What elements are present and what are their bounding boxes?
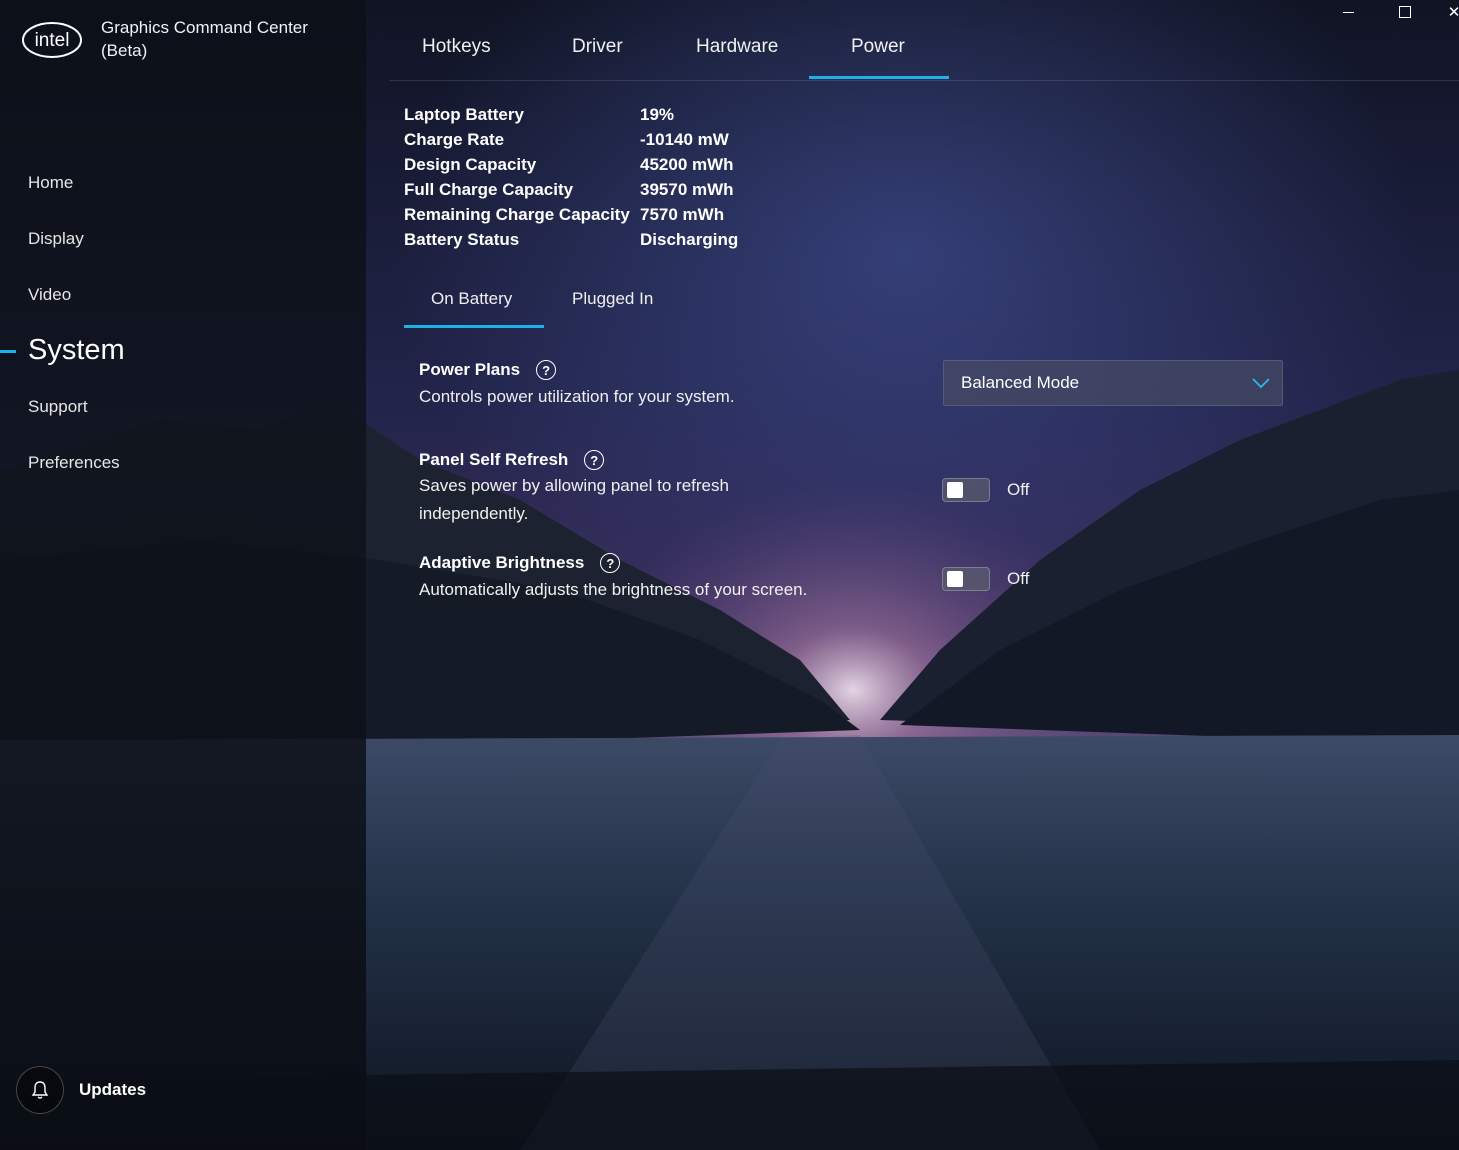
close-button[interactable]: ✕ <box>1439 0 1459 24</box>
subtab-active-indicator <box>404 325 544 328</box>
tab-driver[interactable]: Driver <box>572 36 623 58</box>
tab-hardware[interactable]: Hardware <box>696 36 778 58</box>
design-capacity-value: 45200 mWh <box>640 155 734 174</box>
app-title-beta: (Beta) <box>101 41 148 60</box>
svg-text:intel: intel <box>35 30 70 51</box>
tab-hotkeys[interactable]: Hotkeys <box>422 36 491 58</box>
charge-rate-label: Charge Rate <box>404 130 505 149</box>
tab-power[interactable]: Power <box>851 36 905 58</box>
panel-self-refresh-title: Panel Self Refresh ? <box>419 450 605 470</box>
close-icon: ✕ <box>1447 4 1459 21</box>
top-tab-bar: Hotkeys Driver Hardware Power <box>389 34 1459 81</box>
sidebar-item-support[interactable]: Support <box>28 397 88 417</box>
minimize-icon <box>1342 11 1354 13</box>
power-plans-title-text: Power Plans <box>419 360 521 379</box>
adaptive-brightness-toggle[interactable] <box>942 567 990 591</box>
panel-self-refresh-toggle[interactable] <box>942 478 990 502</box>
help-icon[interactable]: ? <box>584 450 605 470</box>
remaining-charge-value: 7570 mWh <box>640 205 725 224</box>
power-plan-dropdown[interactable]: Balanced Mode <box>943 360 1283 406</box>
adaptive-brightness-state: Off <box>1007 569 1030 588</box>
sidebar-active-indicator <box>0 350 16 353</box>
sidebar-item-home[interactable]: Home <box>28 173 73 193</box>
maximize-icon <box>1399 6 1411 18</box>
minimize-button[interactable] <box>1333 0 1363 24</box>
full-charge-capacity-value: 39570 mWh <box>640 180 734 199</box>
updates-button[interactable]: Updates <box>16 1066 146 1114</box>
design-capacity-label: Design Capacity <box>404 155 537 174</box>
sidebar-item-display[interactable]: Display <box>28 229 84 249</box>
toggle-knob <box>947 571 963 587</box>
intel-logo: intel <box>22 22 82 58</box>
adaptive-brightness-title-text: Adaptive Brightness <box>419 553 585 572</box>
battery-level-label: Laptop Battery <box>404 105 524 124</box>
sidebar-item-preferences[interactable]: Preferences <box>28 453 120 473</box>
charge-rate-value: -10140 mW <box>640 130 729 149</box>
tab-on-battery[interactable]: On Battery <box>431 289 512 309</box>
remaining-charge-label: Remaining Charge Capacity <box>404 205 630 224</box>
tab-active-indicator <box>809 76 949 79</box>
sidebar-item-system[interactable]: System <box>28 334 125 367</box>
maximize-button[interactable] <box>1390 0 1420 24</box>
power-plans-title: Power Plans ? <box>419 360 557 380</box>
help-icon[interactable]: ? <box>536 360 557 380</box>
panel-self-refresh-description-line2: independently. <box>419 504 529 523</box>
power-plans-description: Controls power utilization for your syst… <box>419 387 735 406</box>
app-title: Graphics Command Center (Beta) <box>101 16 341 62</box>
app-title-text: Graphics Command Center <box>101 18 308 37</box>
panel-self-refresh-description-line1: Saves power by allowing panel to refresh <box>419 476 729 495</box>
help-icon[interactable]: ? <box>600 553 621 573</box>
sidebar-item-video[interactable]: Video <box>28 285 71 305</box>
full-charge-capacity-label: Full Charge Capacity <box>404 180 574 199</box>
adaptive-brightness-title: Adaptive Brightness ? <box>419 553 621 573</box>
battery-status-label: Battery Status <box>404 230 520 249</box>
bell-icon <box>16 1066 64 1114</box>
toggle-knob <box>947 482 963 498</box>
updates-label: Updates <box>79 1080 147 1099</box>
tab-plugged-in[interactable]: Plugged In <box>572 289 653 309</box>
panel-self-refresh-title-text: Panel Self Refresh <box>419 450 569 469</box>
adaptive-brightness-description: Automatically adjusts the brightness of … <box>419 580 808 599</box>
panel-self-refresh-state: Off <box>1007 480 1030 499</box>
power-plan-selected: Balanced Mode <box>961 373 1080 392</box>
chevron-down-icon <box>1252 377 1270 388</box>
battery-status-value: Discharging <box>640 230 739 249</box>
panel-self-refresh-description: Saves power by allowing panel to refresh… <box>419 472 729 528</box>
battery-level-value: 19% <box>640 105 675 124</box>
